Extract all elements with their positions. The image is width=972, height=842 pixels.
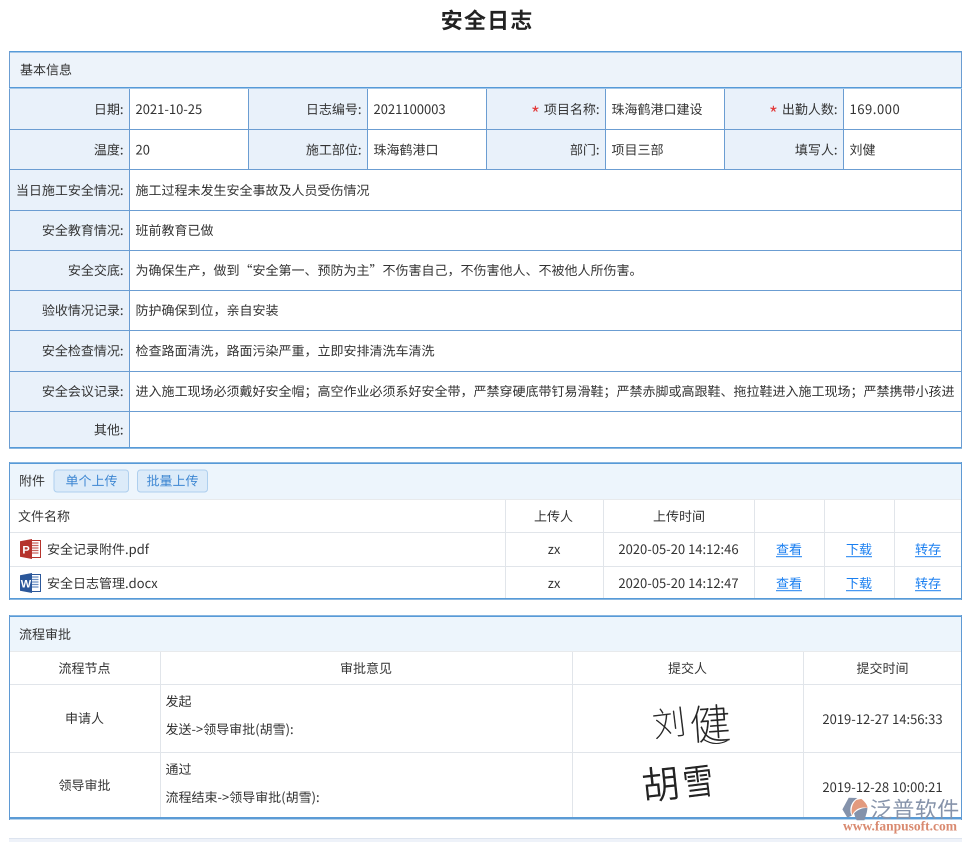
svg-text:P: P <box>22 545 29 557</box>
svg-text:www.fanpusoft.com: www.fanpusoft.com <box>843 819 958 834</box>
svg-text:W: W <box>21 579 32 591</box>
